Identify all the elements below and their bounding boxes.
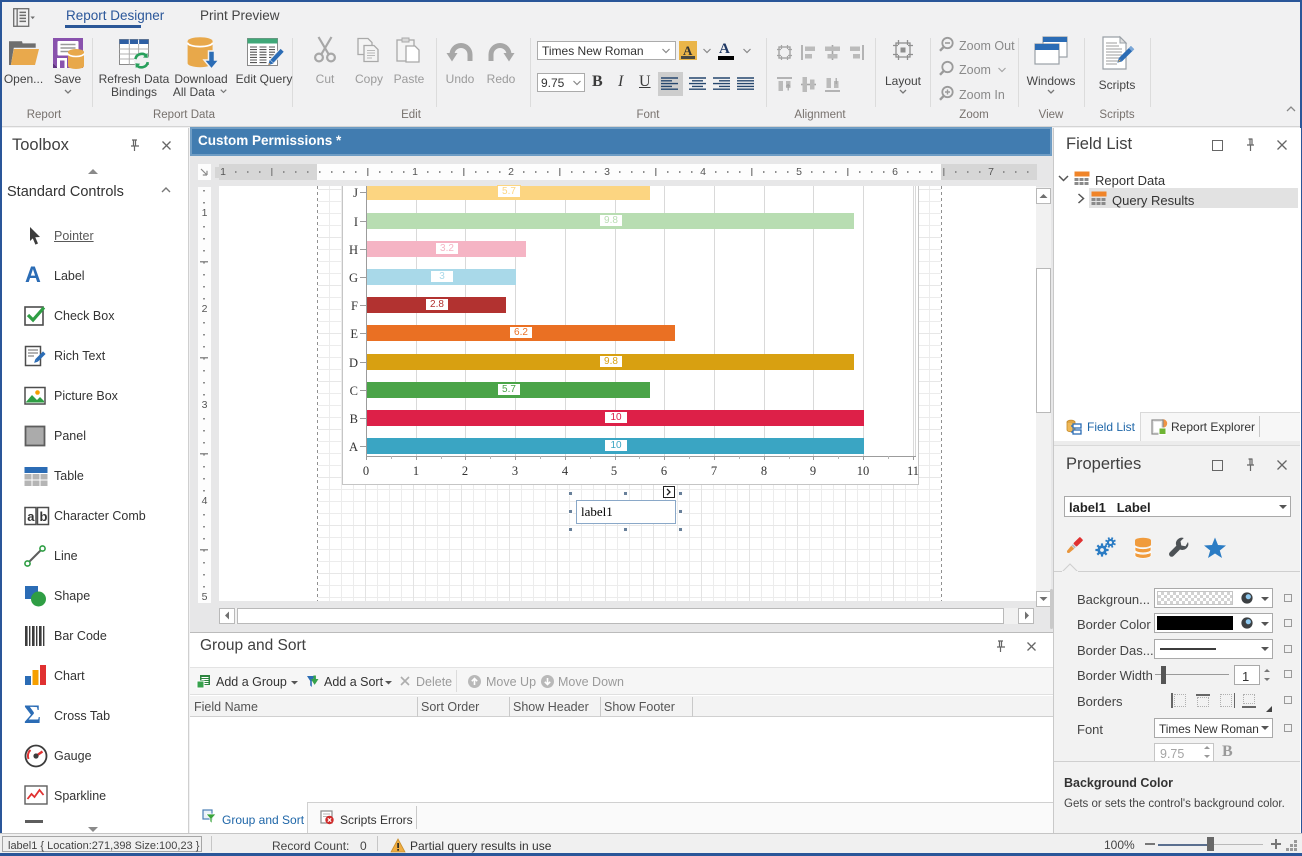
svg-text:b: b bbox=[40, 509, 48, 524]
svg-text:a: a bbox=[27, 509, 35, 524]
